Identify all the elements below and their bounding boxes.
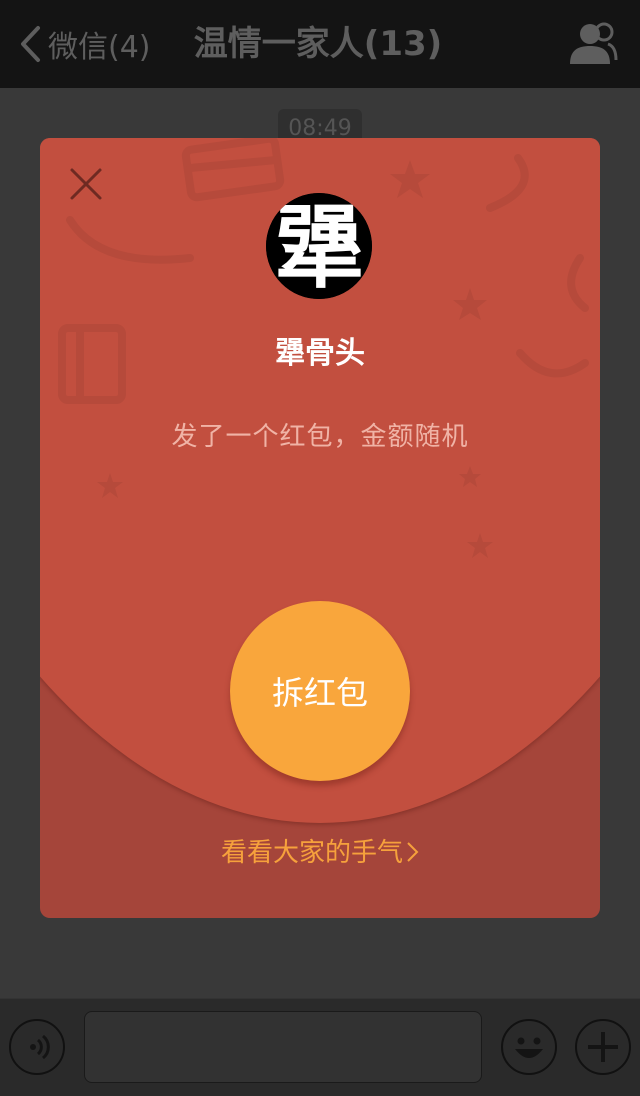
group-contacts-icon[interactable] [568, 20, 618, 68]
plus-button[interactable] [575, 1019, 631, 1075]
chat-title: 温情一家人(13) [193, 24, 443, 64]
plus-icon [588, 1032, 618, 1062]
emoji-icon [515, 1037, 543, 1058]
voice-icon [30, 1034, 50, 1060]
luck-link-label: 看看大家的手气 [220, 838, 403, 868]
sender-name: 犟骨头 [275, 336, 365, 371]
open-red-packet-button[interactable]: 拆红包 [230, 601, 410, 781]
chevron-right-icon [407, 842, 419, 862]
emoji-button[interactable] [501, 1019, 557, 1075]
chat-header: 微信(4) 温情一家人(13) [0, 0, 640, 88]
red-packet-card: 犟 犟骨头 发了一个红包，金额随机 拆红包 看看大家的手气 [40, 138, 600, 918]
message-input[interactable] [84, 1011, 482, 1083]
close-icon[interactable] [66, 164, 106, 204]
packet-greeting: 发了一个红包，金额随机 [171, 422, 469, 452]
open-button-label: 拆红包 [271, 674, 368, 712]
avatar-glyph: 犟 [274, 195, 364, 299]
sender-avatar: 犟 [266, 193, 372, 299]
view-others-luck-link[interactable]: 看看大家的手气 [40, 832, 600, 869]
voice-button[interactable] [9, 1019, 65, 1075]
